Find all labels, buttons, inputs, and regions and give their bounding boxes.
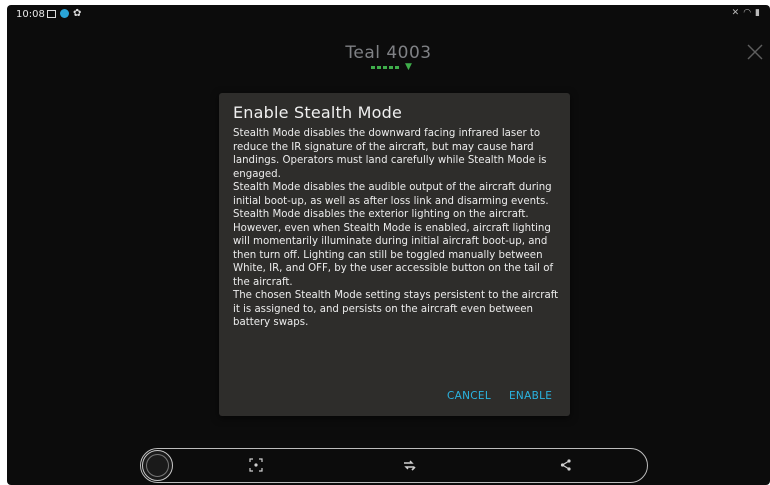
wifi-icon: ◠ [743, 8, 752, 18]
gear-icon: ✿ [73, 8, 82, 19]
enable-button[interactable]: ENABLE [509, 390, 552, 402]
mute-icon: ✕ [731, 8, 740, 18]
close-icon[interactable] [746, 43, 764, 61]
dialog-body: Stealth Mode disables the downward facin… [233, 127, 563, 330]
dialog-paragraph-laser: Stealth Mode disables the downward facin… [233, 128, 547, 180]
dialog-paragraph-lighting: Stealth Mode disables the exterior light… [233, 209, 554, 288]
repeat-edit-icon[interactable] [402, 458, 416, 472]
dialog-title: Enable Stealth Mode [233, 103, 403, 122]
signal-strength-icon [371, 66, 399, 69]
share-icon[interactable] [559, 458, 573, 472]
status-icons-right: ✕ ◠ ▮ [732, 9, 760, 18]
dialog-paragraph-audio: Stealth Mode disables the audible output… [233, 182, 552, 207]
status-bar: 10:08 ✿ ✕ ◠ ▮ [7, 5, 770, 25]
focus-target-icon[interactable] [249, 458, 263, 472]
status-time: 10:08 [16, 9, 45, 20]
compass-icon[interactable] [142, 450, 173, 481]
status-icons-left: ✿ [47, 8, 82, 19]
link-wifi-icon: ▼ [405, 62, 412, 72]
battery-icon: ▮ [755, 8, 760, 18]
bottom-toolbar [140, 448, 648, 483]
vehicle-name: Teal 4003 [345, 43, 432, 63]
device-screen: 10:08 ✿ ✕ ◠ ▮ Teal 4003 ▼ Enable Stealth… [7, 5, 770, 485]
cancel-button[interactable]: CANCEL [447, 390, 491, 402]
stealth-mode-dialog: Enable Stealth Mode Stealth Mode disable… [219, 93, 570, 416]
image-icon [47, 9, 56, 18]
dialog-paragraph-persistence: The chosen Stealth Mode setting stays pe… [233, 290, 559, 328]
app-dot-icon [60, 9, 69, 18]
